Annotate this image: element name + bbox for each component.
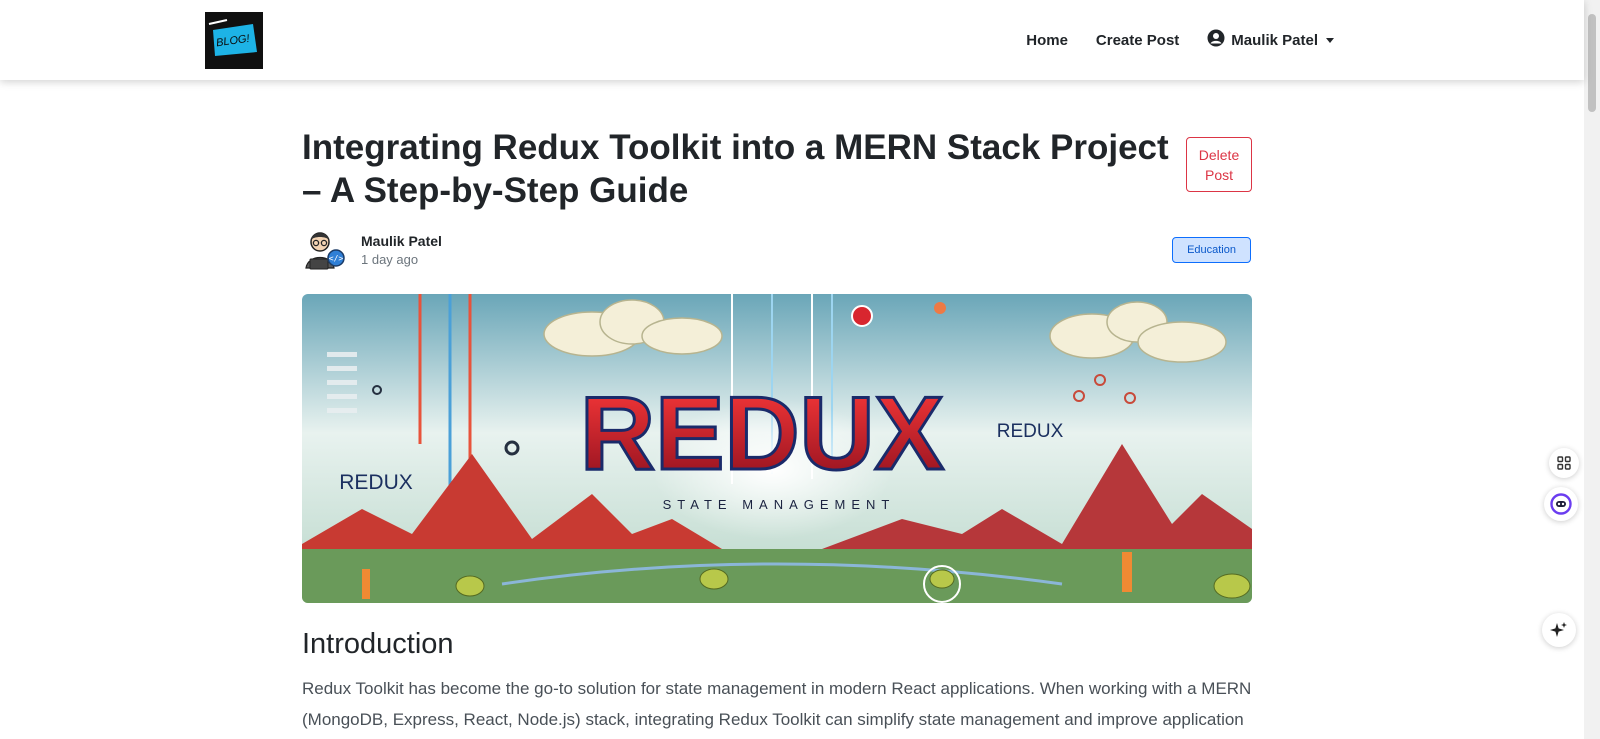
post-title: Integrating Redux Toolkit into a MERN St… [302,128,1169,210]
nav-create-post-link[interactable]: Create Post [1096,32,1179,49]
post-cover-image: REDUX STATE MANAGEMENT REDUX REDUX [302,294,1252,603]
nav-home-link[interactable]: Home [1026,32,1068,49]
section-heading-introduction: Introduction [302,628,454,660]
navbar: BLOG! Home Create Post Maulik Patel [0,0,1584,80]
delete-post-button[interactable]: Delete Post [1186,137,1252,192]
scrollbar-thumb[interactable] [1588,14,1596,112]
sparkle-icon[interactable] [1542,613,1576,647]
author-info: </> Maulik Patel 1 day ago [302,228,442,273]
post-timestamp: 1 day ago [361,252,419,267]
avatar: </> [302,228,347,273]
caret-down-icon [1326,37,1334,43]
user-circle-icon [1207,29,1225,51]
intro-paragraph: Redux Toolkit has become the go-to solut… [302,679,1252,729]
category-badge[interactable]: Education [1172,237,1251,263]
page-scrollbar[interactable] [1584,0,1600,739]
svg-text:</>: </> [329,254,344,263]
svg-text:REDUX: REDUX [339,471,413,494]
svg-text:REDUX: REDUX [997,421,1064,442]
apps-icon[interactable] [1549,448,1579,478]
site-logo[interactable]: BLOG! [205,12,263,69]
user-menu-dropdown[interactable]: Maulik Patel [1207,29,1334,51]
user-name: Maulik Patel [1231,31,1318,49]
svg-text:STATE MANAGEMENT: STATE MANAGEMENT [663,497,896,512]
post-content: Integrating Redux Toolkit into a MERN St… [302,118,1252,735]
assistant-icon[interactable] [1544,487,1578,521]
author-name: Maulik Patel [361,233,442,249]
svg-text:REDUX: REDUX [580,376,944,492]
